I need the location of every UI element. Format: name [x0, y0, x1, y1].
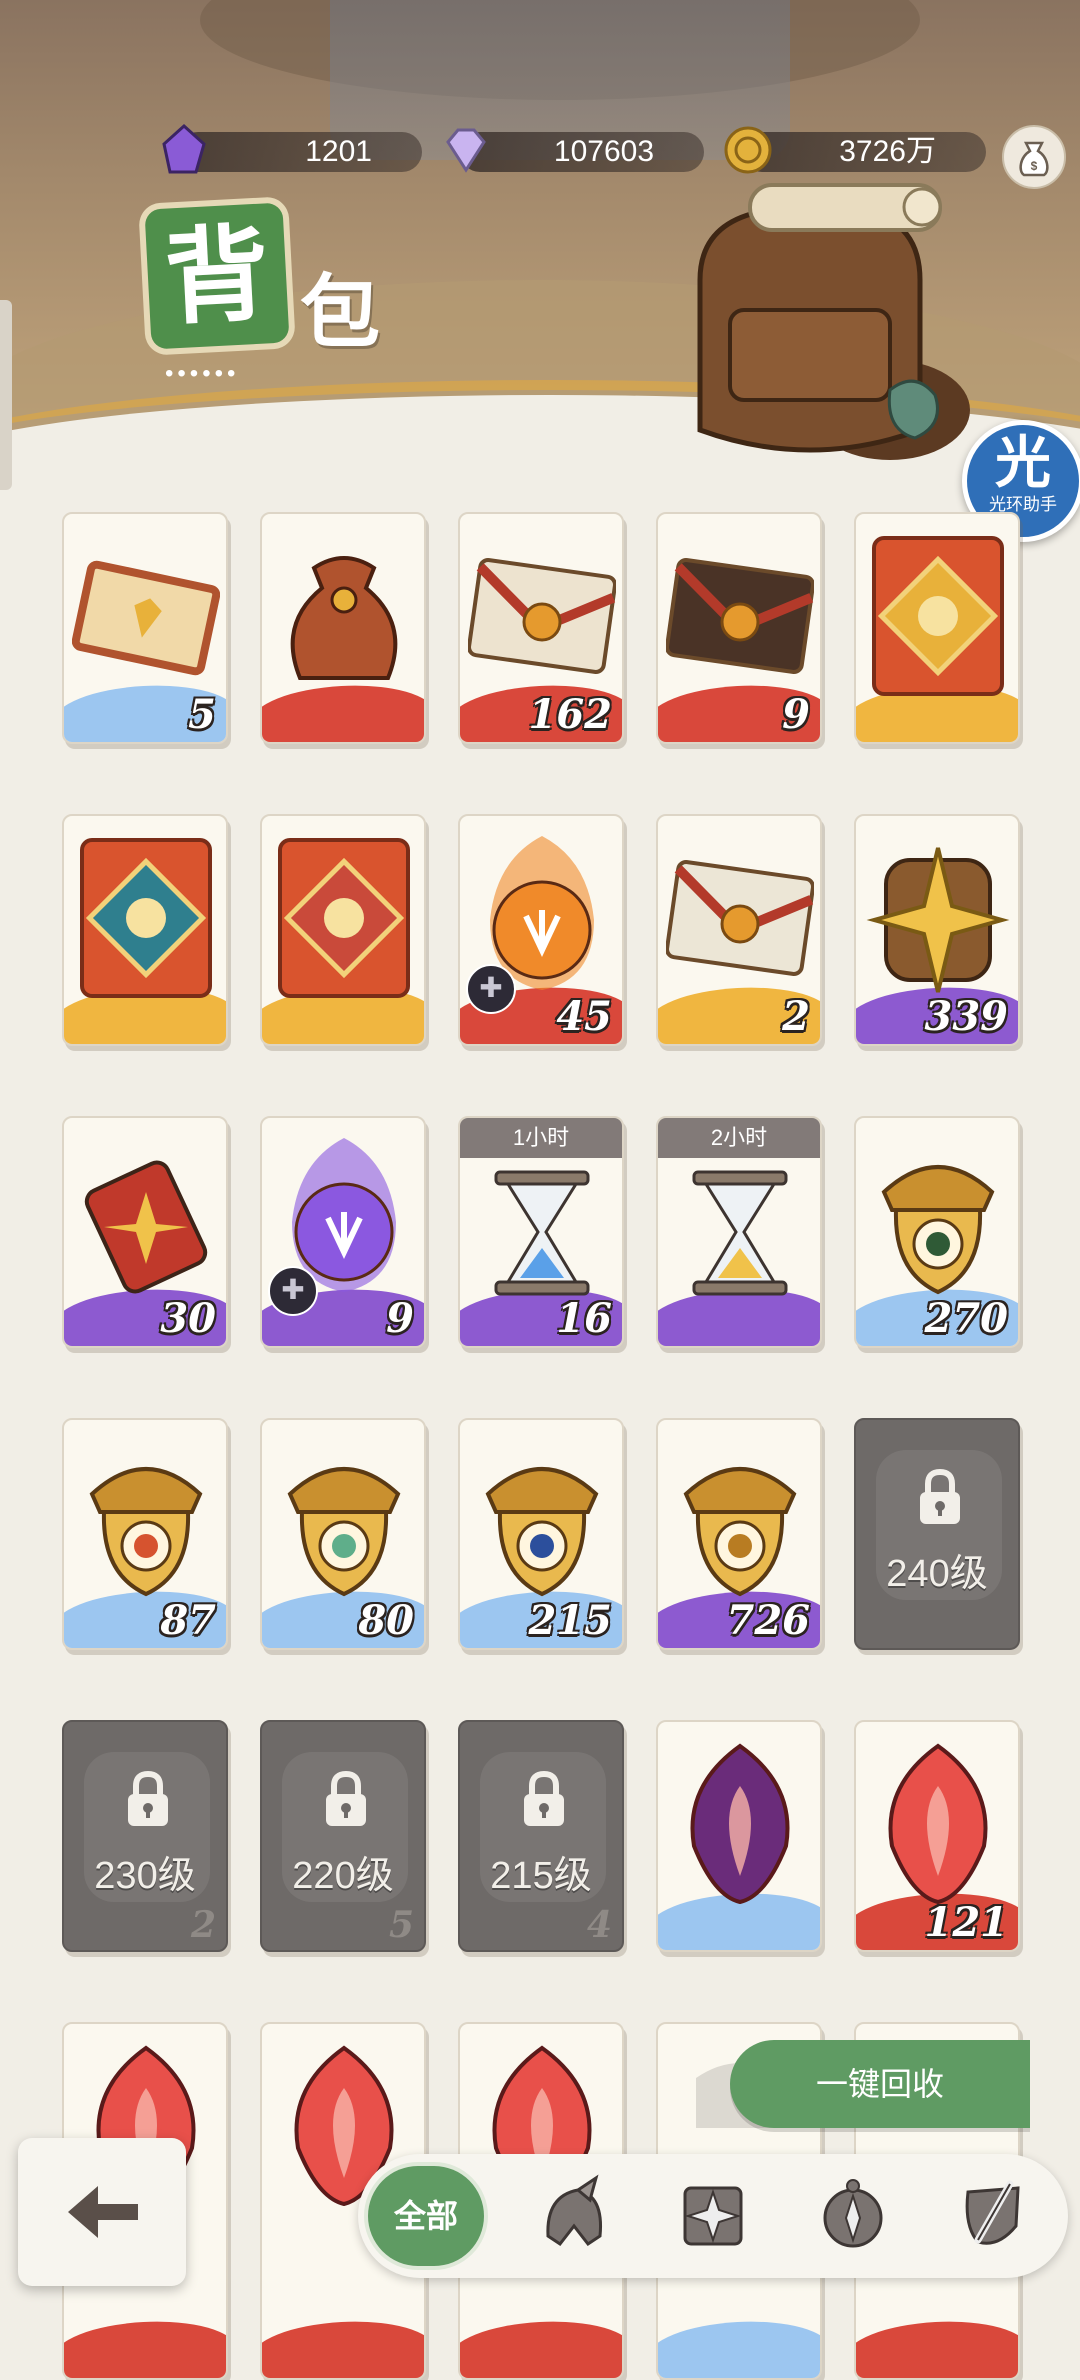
- item-card[interactable]: 220级 5: [260, 1720, 426, 1952]
- item-card[interactable]: ✚ 45: [458, 814, 624, 1046]
- red-envelope-icon: [468, 558, 616, 674]
- item-card[interactable]: [854, 512, 1020, 744]
- unlock-level-label: 215级: [490, 1855, 592, 1897]
- pouch-icon: [290, 556, 398, 680]
- item-card[interactable]: 240级: [854, 1418, 1020, 1650]
- item-quantity: 339: [924, 993, 1009, 1040]
- acorn-diamond-icon: [683, 1467, 797, 1597]
- rarity-stripe: [856, 2317, 1018, 2378]
- acorn-target-icon: [89, 1467, 203, 1597]
- ticket-icon: [72, 560, 220, 676]
- item-quantity: 30: [160, 1295, 216, 1342]
- scroll-icon: [84, 1160, 208, 1294]
- girl-card-icon: [278, 838, 410, 998]
- item-card[interactable]: 726: [656, 1418, 822, 1650]
- dark-gem-icon: [690, 1743, 790, 1905]
- compass-icon: [823, 2179, 883, 2248]
- acorn-eye-icon: [881, 1165, 995, 1295]
- dark-envelope-icon: [666, 558, 814, 674]
- item-card[interactable]: [62, 814, 228, 1046]
- back-button[interactable]: [18, 2138, 186, 2286]
- item-quantity: 162: [528, 691, 613, 738]
- rarity-stripe: [460, 2317, 622, 2378]
- category-tab-bar: 全部: [358, 2154, 1068, 2278]
- item-quantity: 80: [358, 1597, 414, 1644]
- item-card[interactable]: 230级 2: [62, 1720, 228, 1952]
- tab-compass[interactable]: [798, 2166, 908, 2266]
- item-quantity: 4: [586, 1904, 612, 1946]
- hourglass-icon: [494, 1170, 590, 1296]
- item-card[interactable]: 2小时: [656, 1116, 822, 1348]
- letter-icon: [666, 860, 814, 976]
- item-card[interactable]: 2: [656, 814, 822, 1046]
- fox-card-icon: [80, 838, 212, 998]
- compass-star-icon: [683, 2186, 743, 2246]
- rarity-stripe: [658, 2317, 820, 2378]
- tab-sword-shield[interactable]: [938, 2166, 1048, 2266]
- lock-icon: [128, 1770, 168, 1826]
- item-card[interactable]: [260, 814, 426, 1046]
- unlock-level-label: 220级: [292, 1855, 394, 1897]
- red-gem-icon: [888, 1743, 988, 1905]
- acorn-star-icon: [485, 1467, 599, 1597]
- item-card[interactable]: 1小时 16: [458, 1116, 624, 1348]
- item-quantity: 87: [160, 1597, 216, 1644]
- item-quantity: 215: [528, 1597, 613, 1644]
- item-card[interactable]: 121: [854, 1720, 1020, 1952]
- item-quantity: 9: [386, 1295, 414, 1342]
- duration-tag: 1小时: [460, 1118, 622, 1158]
- acorn-leaf-icon: [287, 1467, 401, 1597]
- item-quantity: 270: [924, 1295, 1009, 1342]
- item-quantity: 16: [556, 1295, 612, 1342]
- lock-icon: [326, 1770, 366, 1826]
- item-card[interactable]: 162: [458, 512, 624, 744]
- puzzle-piece-icon: ✚: [466, 964, 516, 1014]
- tab-helmet[interactable]: [518, 2166, 628, 2266]
- item-quantity: 121: [924, 1899, 1009, 1946]
- lock-icon: [920, 1468, 960, 1524]
- coin-card-icon: [872, 536, 1004, 696]
- item-quantity: 5: [388, 1904, 414, 1946]
- duration-tag: 2小时: [658, 1118, 820, 1158]
- item-grid: 5 162 9 ✚ 45 2 339 30 ✚ 9 1小时 16 2小时 270 87 80 215 726 240…: [0, 0, 1080, 2380]
- item-quantity: 726: [726, 1597, 811, 1644]
- helmet-icon: [546, 2174, 603, 2247]
- tab-all[interactable]: 全部: [368, 2166, 484, 2266]
- rarity-stripe: [64, 2317, 226, 2378]
- sword-shield-icon: [965, 2180, 1020, 2245]
- rarity-stripe: [262, 2317, 424, 2378]
- back-arrow-icon: [68, 2186, 138, 2238]
- item-card[interactable]: 30: [62, 1116, 228, 1348]
- item-card[interactable]: 339: [854, 814, 1020, 1046]
- item-card[interactable]: 80: [260, 1418, 426, 1650]
- item-quantity: 2: [782, 993, 810, 1040]
- item-card[interactable]: 270: [854, 1116, 1020, 1348]
- lock-icon: [524, 1770, 564, 1826]
- item-quantity: 45: [556, 993, 612, 1040]
- item-card[interactable]: [260, 512, 426, 744]
- recycle-all-button[interactable]: 一键回收: [730, 2040, 1030, 2128]
- item-card[interactable]: [656, 1720, 822, 1952]
- item-card[interactable]: 215级 4: [458, 1720, 624, 1952]
- item-quantity: 9: [782, 691, 810, 738]
- item-card[interactable]: 215: [458, 1418, 624, 1650]
- tab-star[interactable]: [658, 2166, 768, 2266]
- item-card[interactable]: ✚ 9: [260, 1116, 426, 1348]
- item-quantity: 2: [190, 1904, 216, 1946]
- item-card[interactable]: 9: [656, 512, 822, 744]
- item-card[interactable]: 5: [62, 512, 228, 744]
- item-quantity: 5: [188, 691, 216, 738]
- unlock-level-label: 230级: [94, 1855, 196, 1897]
- item-card[interactable]: 87: [62, 1418, 228, 1650]
- hourglass-gold-icon: [692, 1170, 788, 1296]
- unlock-level-label: 240级: [886, 1553, 988, 1595]
- star-emblem-icon: [866, 847, 1010, 993]
- puzzle-piece-icon: ✚: [268, 1266, 318, 1316]
